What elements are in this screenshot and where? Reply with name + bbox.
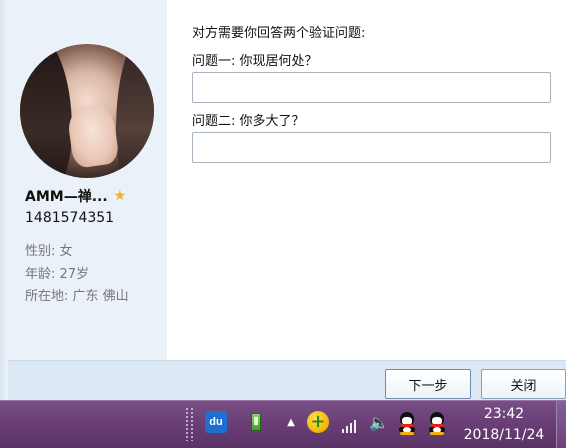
question2-label: 问题二: 你多大了？ [192, 114, 305, 129]
qq-icon[interactable] [428, 412, 446, 435]
taskbar-grip[interactable] [190, 407, 194, 441]
question1-label: 问题一: 你现居何处？ [192, 54, 318, 69]
usb-drive-body [251, 413, 261, 431]
arrow-glyph: ▲ [287, 416, 295, 428]
star-icon: ★ [113, 188, 127, 204]
next-button[interactable]: 下一步 [385, 369, 471, 399]
location-info: 所在地: 广东 佛山 [25, 289, 129, 304]
qq-scarf [431, 424, 443, 427]
plus-glyph: + [310, 411, 326, 432]
volume-icon[interactable]: 🔈 [368, 411, 390, 433]
du-icon-label: du [209, 416, 223, 428]
age-info: 年龄: 27岁 [25, 267, 90, 282]
show-desktop-button[interactable] [556, 401, 566, 448]
signal-bar [350, 423, 352, 433]
gender-info: 性别: 女 [25, 244, 73, 259]
verification-prompt: 对方需要你回答两个验证问题: [192, 26, 366, 41]
avatar [20, 44, 154, 178]
clock-date[interactable]: 2018/11/24 [458, 427, 550, 443]
network-signal-icon[interactable] [338, 411, 360, 433]
signal-bar [346, 426, 348, 433]
avatar-hair-right [116, 44, 154, 178]
show-hidden-icons-arrow-icon[interactable]: ▲ [280, 411, 302, 433]
qq-feet [430, 432, 444, 435]
clock-time[interactable]: 23:42 [462, 406, 546, 422]
baidu-du-icon[interactable]: du [205, 411, 227, 433]
profile-sidebar: AMM—禅... ★ 1481574351 性别: 女 年龄: 27岁 所在地:… [8, 0, 167, 360]
nickname-row: AMM—禅... ★ [25, 186, 173, 206]
signal-bar [354, 420, 356, 433]
taskbar-grip[interactable] [185, 407, 189, 441]
close-button[interactable]: 关闭 [481, 369, 566, 399]
qq-scarf [401, 424, 413, 427]
question1-answer-input[interactable] [192, 72, 551, 103]
plus-security-icon[interactable]: + [307, 411, 329, 433]
usb-drive-icon[interactable] [245, 411, 267, 433]
qq-feet [400, 432, 414, 435]
avatar-hair-left [20, 44, 72, 178]
verification-dialog: AMM—禅... ★ 1481574351 性别: 女 年龄: 27岁 所在地:… [0, 0, 566, 400]
dialog-left-edge [0, 0, 8, 400]
qq-number: 1481574351 [25, 210, 115, 226]
volume-glyph: 🔈 [369, 412, 389, 432]
qq-icon[interactable] [398, 412, 416, 435]
question2-answer-input[interactable] [192, 132, 551, 163]
signal-bar [342, 429, 344, 433]
avatar-hand [66, 103, 120, 169]
nickname: AMM—禅... [25, 189, 108, 205]
